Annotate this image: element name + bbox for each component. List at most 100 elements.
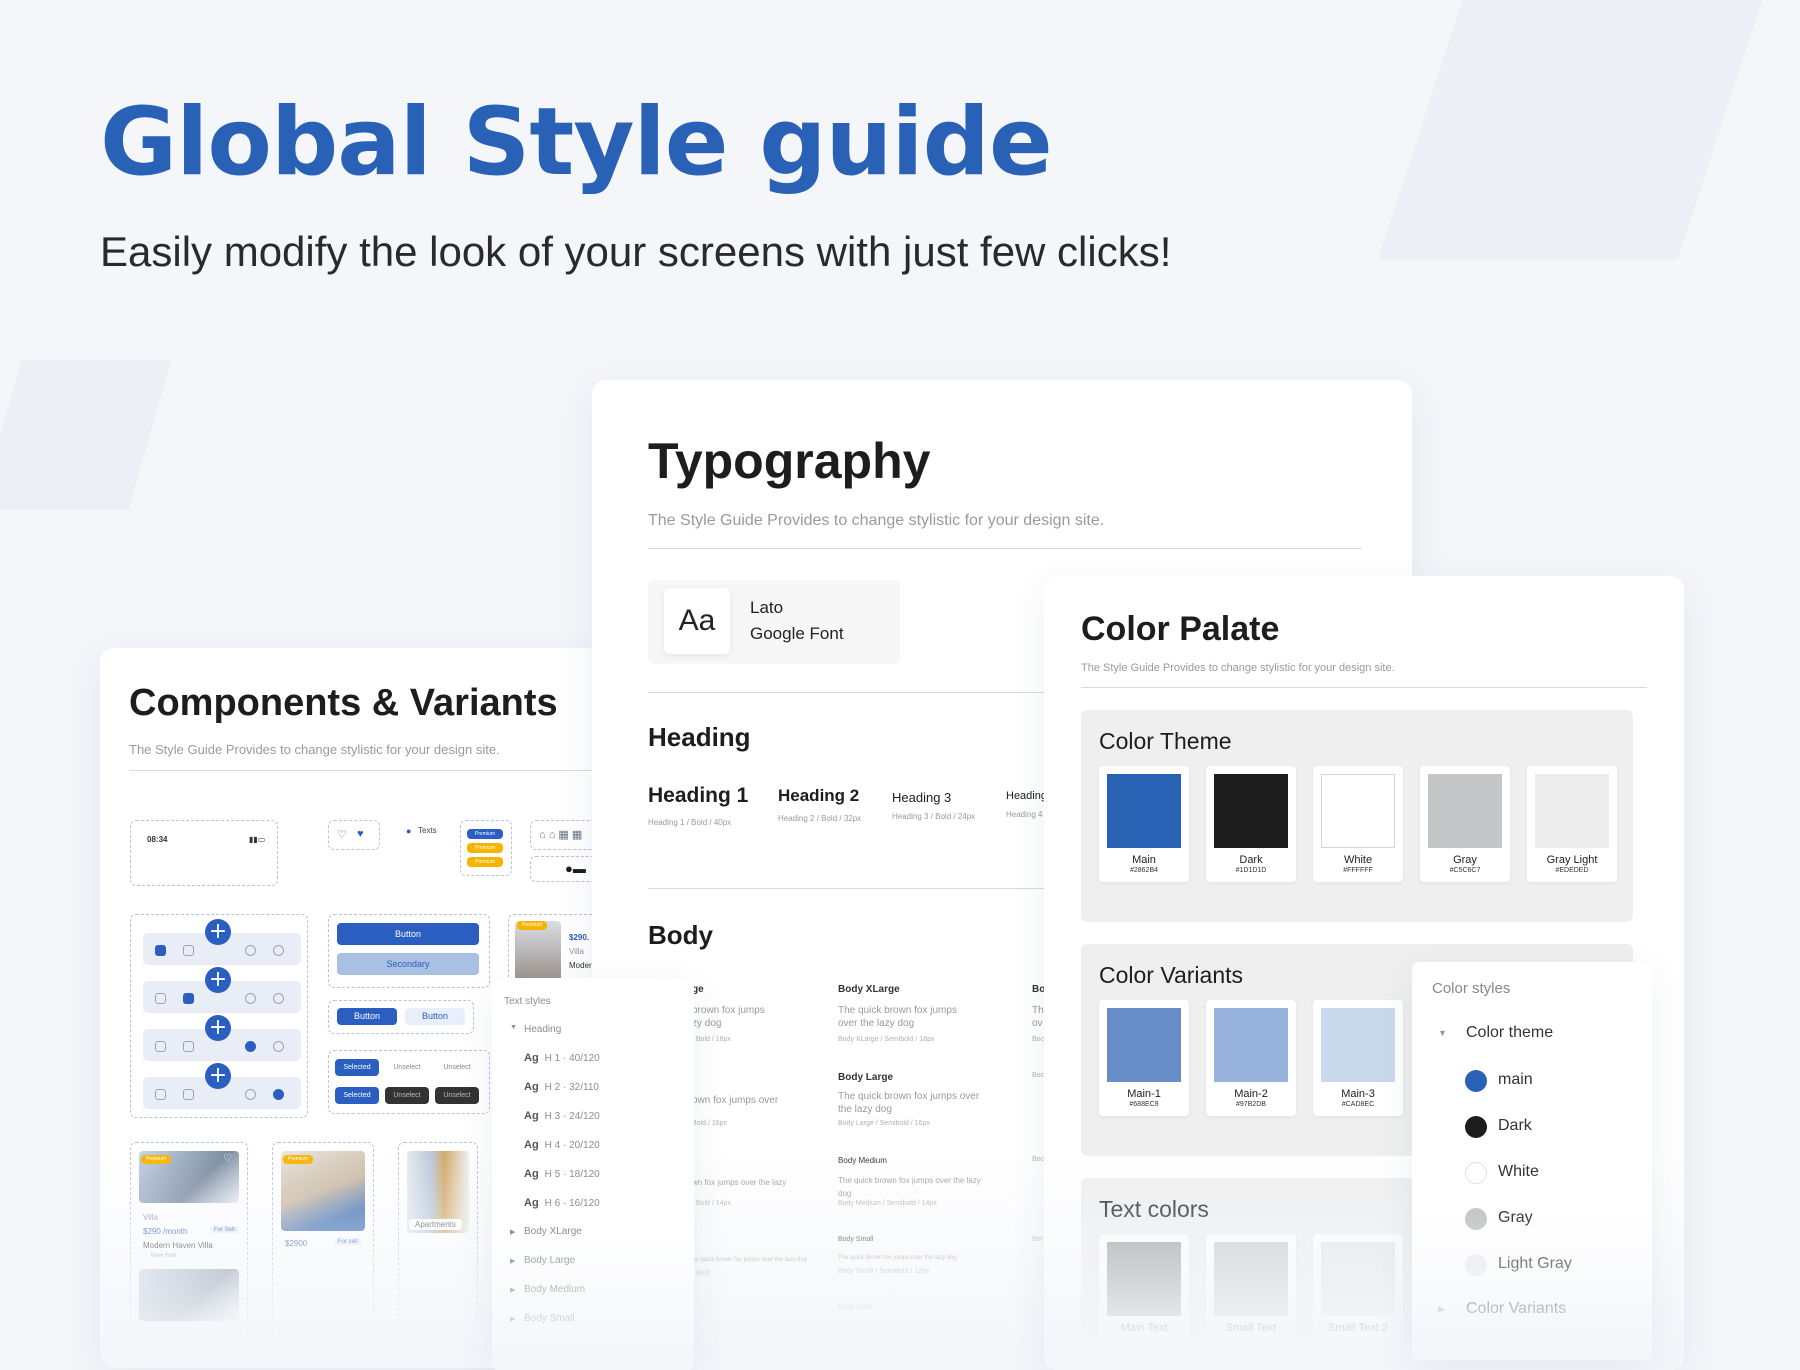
user-icon[interactable] bbox=[273, 1041, 284, 1052]
user-icon[interactable] bbox=[273, 1089, 284, 1100]
swatch-white[interactable]: White #FFFFFF bbox=[1313, 766, 1403, 882]
add-button[interactable]: + bbox=[205, 919, 231, 945]
body-xlarge-group[interactable]: Body XLarge bbox=[524, 1226, 582, 1237]
swatch-hex: #1D1D1D bbox=[1235, 867, 1267, 874]
style-tag: H 3 bbox=[544, 1111, 561, 1122]
color-style-light-gray[interactable]: Light Gray bbox=[1498, 1255, 1572, 1273]
home-icon[interactable] bbox=[155, 993, 166, 1004]
swatch-gray-light[interactable]: Gray Light #EDEDED bbox=[1527, 766, 1617, 882]
swatch-main-text[interactable]: Main Text bbox=[1099, 1234, 1189, 1350]
unselect-chip[interactable]: Unselect bbox=[385, 1087, 429, 1104]
chevron-right-icon[interactable]: ▶ bbox=[510, 1315, 515, 1323]
heading-4-spec: Heading 4 / bbox=[1006, 810, 1047, 819]
body-small-group[interactable]: Body Small bbox=[524, 1313, 575, 1324]
heart-icon[interactable] bbox=[245, 945, 256, 956]
unselect-chip[interactable]: Unselect bbox=[435, 1059, 479, 1076]
home-icon: ⌂ ⌂ ▦ ▦ bbox=[539, 829, 583, 841]
heart-icon[interactable] bbox=[245, 993, 256, 1004]
small-button-variants: Button Button bbox=[328, 1000, 474, 1034]
heading-section-title: Heading bbox=[648, 722, 751, 752]
text-style-h6[interactable]: Ag H 6 · 16/120 bbox=[524, 1197, 600, 1209]
color-style-gray[interactable]: Gray bbox=[1498, 1209, 1533, 1227]
body-section-title: Body bbox=[648, 920, 713, 950]
chevron-right-icon[interactable]: ▶ bbox=[510, 1228, 515, 1236]
text-style-h5[interactable]: Ag H 5 · 18/120 bbox=[524, 1168, 600, 1180]
status-time: 08:34 bbox=[147, 835, 168, 844]
selected-chip[interactable]: Selected bbox=[335, 1087, 379, 1104]
style-tag: H 4 bbox=[544, 1140, 561, 1151]
secondary-button[interactable]: Secondary bbox=[337, 953, 479, 975]
body-sample-text: own fox jumps over bbox=[692, 1095, 779, 1106]
grid-icon[interactable] bbox=[183, 1041, 194, 1052]
text-style-h3[interactable]: Ag H 3 · 24/120 bbox=[524, 1110, 600, 1122]
color-style-dark[interactable]: Dark bbox=[1498, 1117, 1532, 1135]
color-variants-group[interactable]: Color Variants bbox=[1466, 1300, 1566, 1318]
heading-2-spec: Heading 2 / Bold / 32px bbox=[778, 814, 862, 823]
toggle-icon[interactable]: ●▬ bbox=[565, 861, 586, 876]
unselect-chip[interactable]: Unselect bbox=[385, 1059, 429, 1076]
property-card[interactable]: Apartments bbox=[398, 1142, 478, 1354]
swatch-gray[interactable]: Gray #C5C6C7 bbox=[1420, 766, 1510, 882]
unselect-chip[interactable]: Unselect bbox=[435, 1087, 479, 1104]
grid-icon[interactable] bbox=[183, 945, 194, 956]
swatch-main-2[interactable]: Main-2 #97B2DB bbox=[1206, 1000, 1296, 1116]
radio-dot-icon[interactable]: ● bbox=[406, 826, 411, 836]
heart-outline-icon[interactable]: ♡ bbox=[337, 828, 347, 841]
swatch-small-text-2[interactable]: Small Text 2 bbox=[1313, 1234, 1403, 1350]
swatch-main[interactable]: Main #2862B4 bbox=[1099, 766, 1189, 882]
primary-button[interactable]: Button bbox=[337, 923, 479, 945]
home-icon[interactable] bbox=[155, 945, 166, 956]
swatch-dark[interactable]: Dark #1D1D1D bbox=[1206, 766, 1296, 882]
heart-icon[interactable] bbox=[245, 1041, 256, 1052]
home-icon[interactable] bbox=[155, 1041, 166, 1052]
add-button[interactable]: + bbox=[205, 1015, 231, 1041]
color-theme-group[interactable]: Color theme bbox=[1466, 1024, 1553, 1042]
heart-icon[interactable]: ♡ bbox=[223, 1153, 232, 1164]
heading-3-sample: Heading 3 bbox=[892, 790, 952, 805]
body-sample-spec: Boc bbox=[1032, 1072, 1045, 1079]
body-sample-spec: Bold / 16px bbox=[692, 1120, 728, 1127]
home-icon[interactable] bbox=[155, 1089, 166, 1100]
chevron-right-icon[interactable]: ▶ bbox=[1438, 1304, 1445, 1315]
premium-tag: Premium bbox=[467, 829, 503, 839]
texts-label: Texts bbox=[418, 826, 437, 835]
property-card[interactable]: Premium $2900 For sell bbox=[272, 1142, 374, 1354]
heading-4-sample: Heading bbox=[1006, 790, 1047, 802]
user-icon[interactable] bbox=[273, 945, 284, 956]
swatch-main-3[interactable]: Main-3 #CAD8EC bbox=[1313, 1000, 1403, 1116]
color-dot bbox=[1465, 1162, 1487, 1184]
ag-label: Ag bbox=[524, 1110, 539, 1122]
heart-filled-icon[interactable]: ♥ bbox=[357, 828, 364, 840]
outline-button[interactable]: Button bbox=[405, 1008, 465, 1025]
swatch-main-1[interactable]: Main-1 #688EC9 bbox=[1099, 1000, 1189, 1116]
color-style-main[interactable]: main bbox=[1498, 1071, 1533, 1089]
add-button[interactable]: + bbox=[205, 967, 231, 993]
chevron-down-icon[interactable]: ▼ bbox=[1438, 1028, 1447, 1038]
premium-tag: Premium bbox=[517, 921, 547, 930]
grid-icon[interactable] bbox=[183, 993, 194, 1004]
property-card[interactable]: Premium ♡ Villa $290 /month For Sell Mod… bbox=[130, 1142, 248, 1354]
color-swatch bbox=[1535, 774, 1609, 848]
grid-icon[interactable] bbox=[183, 1089, 194, 1100]
font-source: Google Font bbox=[750, 624, 844, 643]
primary-button[interactable]: Button bbox=[337, 1008, 397, 1025]
text-style-h1[interactable]: Ag H 1 · 40/120 bbox=[524, 1052, 600, 1064]
selected-chip[interactable]: Selected bbox=[335, 1059, 379, 1076]
chevron-right-icon[interactable]: ▶ bbox=[510, 1286, 515, 1294]
body-medium-group[interactable]: Body Medium bbox=[524, 1284, 585, 1295]
swatch-small-text[interactable]: Small Text bbox=[1206, 1234, 1296, 1350]
user-icon[interactable] bbox=[273, 993, 284, 1004]
chevron-right-icon[interactable]: ▶ bbox=[510, 1257, 515, 1265]
text-style-h4[interactable]: Ag H 4 · 20/120 bbox=[524, 1139, 600, 1151]
font-family-chip[interactable]: Aa Lato Google Font bbox=[648, 580, 900, 664]
color-style-white[interactable]: White bbox=[1498, 1163, 1539, 1181]
property-image bbox=[139, 1269, 239, 1321]
chevron-down-icon[interactable]: ▼ bbox=[510, 1024, 517, 1031]
body-large-group[interactable]: Body Large bbox=[524, 1255, 575, 1266]
color-dot bbox=[1465, 1070, 1487, 1092]
heading-group[interactable]: Heading bbox=[524, 1024, 561, 1035]
add-button[interactable]: + bbox=[205, 1063, 231, 1089]
heading-1-sample: Heading 1 bbox=[648, 784, 749, 807]
text-style-h2[interactable]: Ag H 2 · 32/110 bbox=[524, 1081, 599, 1093]
heart-icon[interactable] bbox=[245, 1089, 256, 1100]
